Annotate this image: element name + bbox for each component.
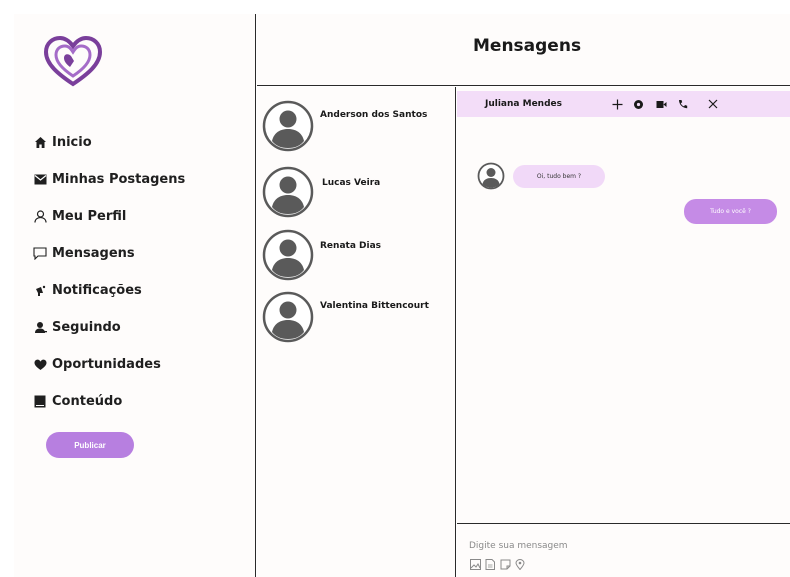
- book-icon: [32, 394, 48, 410]
- page-header: Mensagens: [257, 14, 790, 86]
- mail-icon: [32, 172, 48, 188]
- sidebar-item-mensagens[interactable]: Mensagens: [32, 235, 185, 272]
- contact-item[interactable]: Renata Dias: [262, 229, 381, 281]
- page-title: Mensagens: [473, 36, 582, 56]
- avatar-icon: [262, 229, 314, 281]
- sidebar-item-label: Conteúdo: [52, 394, 123, 409]
- message-bubble-outgoing: Tudo e você ?: [684, 199, 777, 224]
- contact-name: Valentina Bittencourt: [320, 301, 429, 311]
- sidebar-item-inicio[interactable]: Inicio: [32, 124, 185, 161]
- message-input[interactable]: [469, 538, 769, 554]
- logo-icon: [43, 35, 103, 87]
- contact-name: Anderson dos Santos: [320, 110, 428, 120]
- composer-tools: [469, 558, 526, 570]
- sidebar-item-notificacoes[interactable]: Notificações: [32, 272, 185, 309]
- sidebar-item-meu-perfil[interactable]: Meu Perfil: [32, 198, 185, 235]
- sidebar-item-label: Minhas Postagens: [52, 172, 186, 187]
- avatar-icon: [477, 162, 505, 190]
- sidebar-item-label: Mensagens: [52, 246, 135, 261]
- sidebar-nav: Inicio Minhas Postagens Meu Perfil Mensa…: [32, 124, 185, 420]
- avatar-icon: [262, 291, 314, 343]
- avatar-icon: [262, 166, 314, 218]
- sidebar-item-label: Notificações: [52, 283, 142, 298]
- megaphone-icon: [32, 283, 48, 299]
- sidebar: Inicio Minhas Postagens Meu Perfil Mensa…: [14, 14, 256, 577]
- sidebar-item-label: Oportunidades: [52, 357, 161, 372]
- location-icon[interactable]: [514, 558, 526, 570]
- app-window: Inicio Minhas Postagens Meu Perfil Mensa…: [0, 14, 790, 577]
- user-icon: [32, 209, 48, 225]
- contact-item[interactable]: Anderson dos Santos: [262, 100, 427, 152]
- phone-icon[interactable]: [674, 95, 692, 113]
- chat-panel: Juliana Mendes Oi, tudo bem ? Tudo e voc…: [457, 87, 790, 577]
- sidebar-item-label: Meu Perfil: [52, 209, 127, 224]
- contact-item[interactable]: Valentina Bittencourt: [262, 291, 429, 343]
- settings-icon[interactable]: [629, 95, 647, 113]
- chat-contact-name: Juliana Mendes: [485, 99, 562, 109]
- contact-name: Renata Dias: [320, 241, 382, 251]
- sidebar-item-oportunidades[interactable]: Oportunidades: [32, 346, 185, 383]
- contact-list: Anderson dos Santos Lucas Veira Renata D…: [257, 87, 456, 577]
- file-icon[interactable]: [484, 558, 496, 570]
- heart-icon: [32, 357, 48, 373]
- add-icon[interactable]: [608, 95, 626, 113]
- sidebar-item-seguindo[interactable]: Seguindo: [32, 309, 185, 346]
- home-icon: [32, 135, 48, 151]
- people-icon: [32, 320, 48, 336]
- sticker-icon[interactable]: [499, 558, 511, 570]
- chat-icon: [32, 246, 48, 262]
- close-icon[interactable]: [704, 95, 722, 113]
- contact-item[interactable]: Lucas Veira: [262, 166, 380, 218]
- sidebar-item-conteudo[interactable]: Conteúdo: [32, 383, 185, 420]
- publish-button[interactable]: Publicar: [46, 432, 134, 458]
- chat-header: Juliana Mendes: [457, 91, 790, 117]
- message-composer: [457, 523, 790, 577]
- video-icon[interactable]: [652, 95, 670, 113]
- sidebar-item-minhas-postagens[interactable]: Minhas Postagens: [32, 161, 185, 198]
- sidebar-item-label: Inicio: [52, 135, 92, 150]
- avatar-icon: [262, 100, 314, 152]
- sidebar-item-label: Seguindo: [52, 320, 121, 335]
- image-icon[interactable]: [469, 558, 481, 570]
- contact-name: Lucas Veira: [322, 178, 381, 188]
- message-bubble-incoming: Oi, tudo bem ?: [513, 165, 605, 188]
